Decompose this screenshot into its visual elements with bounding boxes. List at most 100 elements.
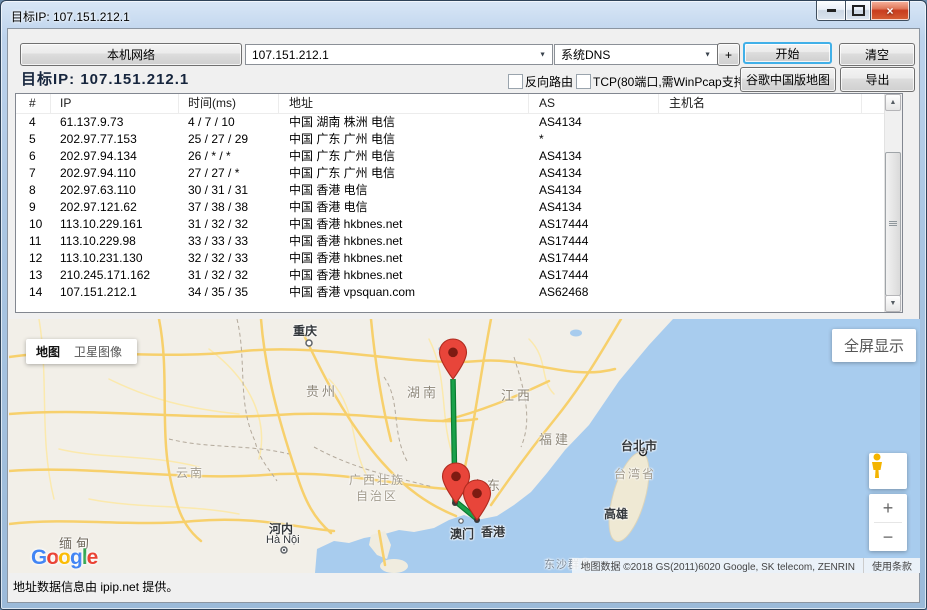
table-row[interactable]: 6202.97.94.13426 / * / *中国 广东 广州 电信AS413… (16, 148, 902, 165)
table-row[interactable]: 11113.10.229.9833 / 33 / 33中国 香港 hkbnes.… (16, 233, 902, 250)
tcp-checkbox[interactable] (576, 74, 591, 89)
table-cell: 中国 香港 vpsquan.com (279, 284, 529, 301)
minimize-icon (827, 9, 836, 12)
table-cell: 202.97.77.153 (51, 131, 179, 148)
table-header: #IP时间(ms)地址AS主机名 (16, 94, 902, 114)
table-cell: 11 (16, 233, 51, 250)
title-bar[interactable]: 目标IP: 107.151.212.1 × (1, 1, 926, 28)
clear-button[interactable]: 清空 (839, 43, 915, 66)
table-cell: 107.151.212.1 (51, 284, 179, 301)
zoom-out-button[interactable]: − (869, 523, 907, 551)
table-cell: 8 (16, 182, 51, 199)
table-cell: AS17444 (529, 250, 659, 267)
column-header[interactable]: # (16, 94, 51, 113)
reverse-route-label[interactable]: 反向路由 (525, 73, 573, 90)
macau-dot (459, 519, 463, 523)
pegman-icon (869, 453, 885, 479)
table-cell: AS4134 (529, 114, 659, 131)
basemap (9, 319, 920, 573)
table-cell: 6 (16, 148, 51, 165)
table-cell: AS62468 (529, 284, 659, 301)
start-button[interactable]: 开始 (743, 42, 832, 64)
table-row[interactable]: 461.137.9.734 / 7 / 10中国 湖南 株洲 电信AS4134 (16, 114, 902, 131)
local-network-button[interactable]: 本机网络 (20, 43, 242, 66)
table-cell: 113.10.229.161 (51, 216, 179, 233)
table-row[interactable]: 5202.97.77.15325 / 27 / 29中国 广东 广州 电信* (16, 131, 902, 148)
table-cell: 32 / 32 / 33 (179, 250, 279, 267)
column-header[interactable]: IP (51, 94, 179, 113)
table-cell: 7 (16, 165, 51, 182)
table-cell: 中国 湖南 株洲 电信 (279, 114, 529, 131)
table-cell: 202.97.94.110 (51, 165, 179, 182)
fullscreen-button[interactable]: 全屏显示 (832, 329, 916, 362)
maximize-icon (852, 5, 865, 16)
table-cell: AS17444 (529, 267, 659, 284)
pegman-button[interactable] (869, 453, 907, 489)
dns-combo[interactable]: 系统DNS ▼ (554, 44, 718, 65)
table-row[interactable]: 12113.10.231.13032 / 32 / 33中国 香港 hkbnes… (16, 250, 902, 267)
table-cell: 210.245.171.162 (51, 267, 179, 284)
trace-table: #IP时间(ms)地址AS主机名 461.137.9.734 / 7 / 10中… (15, 93, 903, 313)
table-cell: 61.137.9.73 (51, 114, 179, 131)
table-cell: 中国 香港 hkbnes.net (279, 216, 529, 233)
table-cell: AS4134 (529, 165, 659, 182)
target-ip-combo[interactable]: 107.151.212.1 ▼ (245, 44, 553, 65)
table-row[interactable]: 14107.151.212.134 / 35 / 35中国 香港 vpsquan… (16, 284, 902, 301)
scroll-down-button[interactable]: ▼ (885, 295, 901, 312)
table-cell: 中国 香港 hkbnes.net (279, 233, 529, 250)
vertical-scrollbar[interactable]: ▲ ▼ (884, 94, 902, 312)
chongqing-dot (306, 340, 312, 346)
table-cell: 10 (16, 216, 51, 233)
attribution-text: 地图数据 ©2018 GS(2011)6020 Google, SK telec… (572, 558, 863, 573)
window-title: 目标IP: 107.151.212.1 (11, 8, 130, 25)
trace-table-body: 461.137.9.734 / 7 / 10中国 湖南 株洲 电信AS41345… (16, 114, 902, 301)
table-cell: 27 / 27 / * (179, 165, 279, 182)
scroll-up-button[interactable]: ▲ (885, 94, 901, 111)
column-header[interactable]: 主机名 (659, 94, 862, 113)
maximize-button[interactable] (846, 1, 871, 21)
table-row[interactable]: 8202.97.63.11030 / 31 / 31中国 香港 电信AS4134 (16, 182, 902, 199)
table-cell: 12 (16, 250, 51, 267)
table-row[interactable]: 9202.97.121.6237 / 38 / 38中国 香港 电信AS4134 (16, 199, 902, 216)
zoom-control: + − (869, 494, 907, 551)
terms-link[interactable]: 使用条款 (863, 558, 920, 573)
table-cell (659, 199, 862, 216)
table-cell: 5 (16, 131, 51, 148)
table-cell: 中国 香港 电信 (279, 182, 529, 199)
minimize-button[interactable] (816, 1, 846, 21)
map-type-control: 地图 卫星图像 (26, 339, 137, 364)
column-header[interactable]: AS (529, 94, 659, 113)
reverse-route-checkbox[interactable] (508, 74, 523, 89)
column-header[interactable]: 地址 (279, 94, 529, 113)
tcp-label[interactable]: TCP(80端口,需WinPcap支持) (593, 73, 750, 90)
google-china-map-button[interactable]: 谷歌中国版地图 (740, 67, 836, 92)
map-canvas[interactable]: 重庆贵州湖南江西福建云南广西壮族自治区广东台北市台湾省高雄澳门香港东沙群岛缅甸河… (9, 319, 920, 573)
chevron-down-icon: ▼ (539, 51, 546, 58)
table-cell: 31 / 32 / 32 (179, 267, 279, 284)
table-row[interactable]: 10113.10.229.16131 / 32 / 32中国 香港 hkbnes… (16, 216, 902, 233)
close-icon: × (886, 4, 893, 18)
table-cell: 37 / 38 / 38 (179, 199, 279, 216)
table-cell: 113.10.229.98 (51, 233, 179, 250)
scrollbar-thumb[interactable] (885, 152, 901, 296)
map-type-map[interactable]: 地图 (36, 343, 60, 360)
zoom-in-button[interactable]: + (869, 494, 907, 522)
google-logo[interactable]: Google (31, 546, 97, 570)
table-row[interactable]: 13210.245.171.16231 / 32 / 32中国 香港 hkbne… (16, 267, 902, 284)
table-cell: 中国 香港 电信 (279, 199, 529, 216)
close-button[interactable]: × (871, 1, 910, 21)
column-header[interactable]: 时间(ms) (179, 94, 279, 113)
table-cell (659, 216, 862, 233)
table-cell: 33 / 33 / 33 (179, 233, 279, 250)
table-cell (659, 131, 862, 148)
add-target-button[interactable]: + (717, 43, 740, 66)
table-row[interactable]: 7202.97.94.11027 / 27 / *中国 广东 广州 电信AS41… (16, 165, 902, 182)
map-type-satellite[interactable]: 卫星图像 (74, 343, 122, 360)
export-button[interactable]: 导出 (840, 67, 915, 92)
table-cell: 202.97.94.134 (51, 148, 179, 165)
table-cell: 14 (16, 284, 51, 301)
table-cell: 中国 香港 hkbnes.net (279, 267, 529, 284)
table-cell: AS4134 (529, 148, 659, 165)
table-cell: 202.97.63.110 (51, 182, 179, 199)
app-window: 目标IP: 107.151.212.1 × 本机网络 107.151.212.1… (0, 0, 927, 610)
